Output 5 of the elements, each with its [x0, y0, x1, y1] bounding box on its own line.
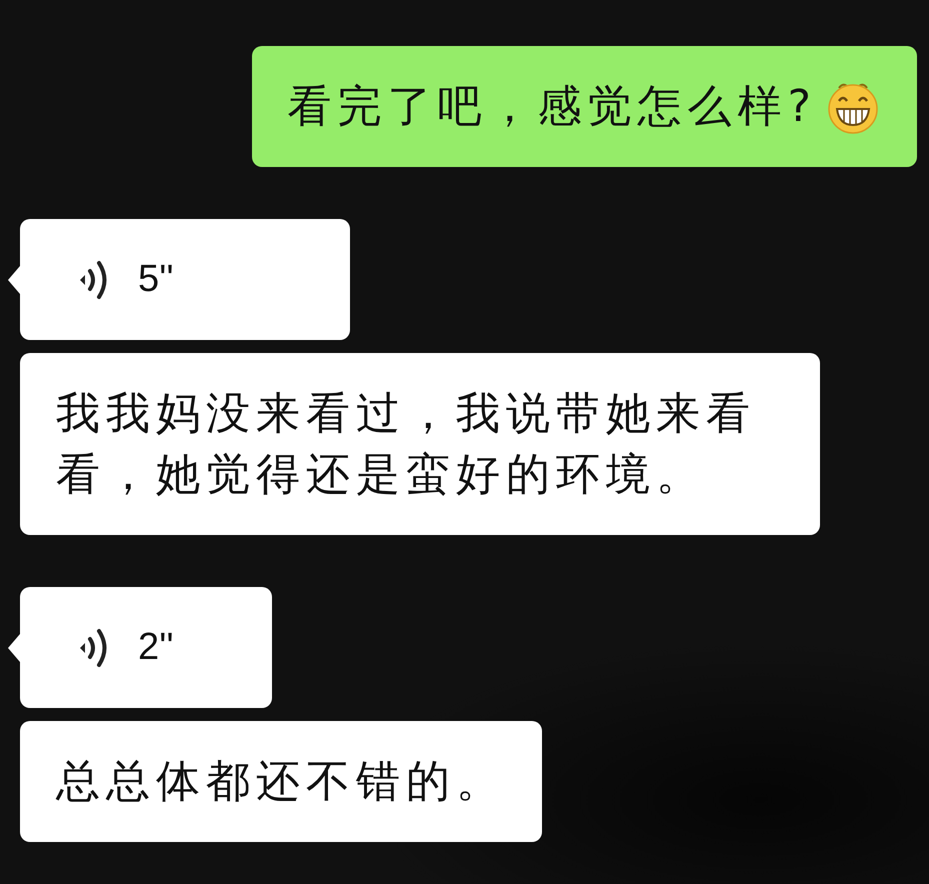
voice-message-bubble[interactable]: 5''	[20, 219, 350, 340]
voice-message-bubble[interactable]: 2''	[20, 587, 272, 708]
message-text: 我我妈没来看过，我说带她来看看，她觉得还是蛮好的环境。	[56, 387, 757, 502]
message-text: 总总体都还不错的。	[56, 755, 506, 809]
message-text: 看完了吧，感觉怎么样?	[288, 80, 817, 134]
